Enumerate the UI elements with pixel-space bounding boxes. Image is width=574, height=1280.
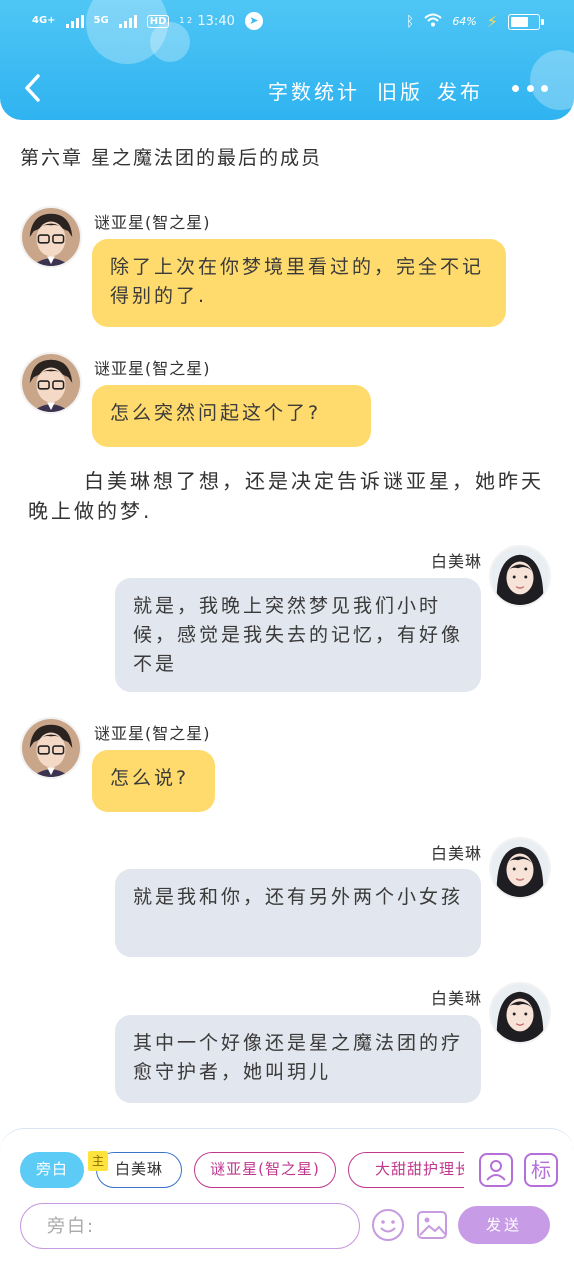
battery-percent: 64% (452, 15, 477, 28)
tag-button[interactable]: 标 (524, 1153, 558, 1187)
message-bubble[interactable]: 其中一个好像还是星之魔法团的疗愈守护者，她叫玥儿 (115, 1015, 481, 1103)
emoji-button[interactable] (370, 1207, 406, 1243)
girl-avatar-icon (491, 984, 549, 1042)
role-chip-head-nurse[interactable]: 大甜甜护理长 (348, 1152, 464, 1188)
hd-icon: HD (146, 14, 170, 28)
more-dot (526, 84, 534, 92)
message-bubble[interactable]: 怎么说? (92, 750, 215, 812)
chapter-title: 第六章 星之魔法团的最后的成员 (20, 147, 323, 169)
girl-avatar-icon (491, 839, 549, 897)
image-icon (417, 1211, 447, 1239)
speaker-name: 白美琳 (430, 989, 482, 1008)
charging-icon: ⚡ (486, 12, 498, 31)
person-icon (486, 1160, 506, 1181)
more-dot (541, 84, 548, 92)
speaker-name: 谜亚星(智之星) (94, 213, 211, 232)
avatar-right[interactable] (489, 982, 551, 1044)
telegram-icon: ➤ (244, 12, 263, 30)
publish-button[interactable]: 发布 (437, 76, 483, 105)
signal-icon (65, 14, 84, 28)
clock: 13:40 (197, 13, 235, 29)
more-button[interactable] (512, 74, 548, 102)
speaker-name: 白美琳 (430, 552, 482, 571)
speaker-name: 谜亚星(智之星) (94, 359, 211, 378)
smiley-icon (372, 1209, 404, 1241)
battery-icon (508, 13, 544, 30)
role-chip-mi-yaxing[interactable]: 谜亚星(智之星) (194, 1152, 336, 1188)
speaker-name: 白美琳 (430, 844, 482, 863)
boy-avatar-icon (22, 354, 80, 412)
network-label: 5G (93, 15, 109, 26)
chevron-left-icon (25, 74, 40, 102)
hd-sub-label: 1 2 (179, 16, 193, 25)
narration-text[interactable]: 白美琳想了想，还是决定告诉谜亚星，她昨天晚上做的梦. (28, 466, 548, 526)
avatar-left[interactable] (20, 717, 82, 779)
main-role-badge: 主 (88, 1151, 108, 1171)
role-chip-narrator[interactable]: 旁白 (20, 1152, 84, 1188)
wifi-icon (424, 13, 442, 31)
character-manage-button[interactable] (479, 1153, 513, 1187)
more-dots-icon (512, 84, 519, 92)
message-input[interactable] (20, 1203, 360, 1249)
send-button[interactable]: 发送 (458, 1206, 550, 1244)
image-button[interactable] (415, 1207, 449, 1243)
avatar-right[interactable] (489, 837, 551, 899)
signal-icon (118, 14, 137, 28)
speaker-name: 谜亚星(智之星) (94, 724, 211, 743)
message-bubble[interactable]: 怎么突然问起这个了? (92, 385, 371, 447)
word-count-button[interactable]: 字数统计 (268, 76, 360, 105)
girl-avatar-icon (491, 547, 549, 605)
message-bubble[interactable]: 除了上次在你梦境里看过的，完全不记得别的了. (92, 239, 506, 327)
avatar-right[interactable] (489, 545, 551, 607)
avatar-left[interactable] (20, 206, 82, 268)
role-chip-bai-meilin[interactable]: 白美琳 (96, 1152, 182, 1188)
back-button[interactable] (18, 70, 48, 106)
top-header: 4G+ 5G HD 1 2 13:40 ➤ ᛒ 64% ⚡ 字数统计 旧版 发布 (0, 0, 574, 120)
network-label: 4G+ (32, 15, 56, 26)
old-version-button[interactable]: 旧版 (377, 76, 423, 105)
message-bubble[interactable]: 就是我和你，还有另外两个小女孩 (115, 869, 481, 957)
role-selector: 旁白 主 白美琳 谜亚星(智之星) 大甜甜护理长 (20, 1151, 464, 1191)
avatar-left[interactable] (20, 352, 82, 414)
boy-avatar-icon (22, 719, 80, 777)
message-bubble[interactable]: 就是，我晚上突然梦见我们小时候，感觉是我失去的记忆，有好像不是 (115, 578, 481, 692)
boy-avatar-icon (22, 208, 80, 266)
bluetooth-icon: ᛒ (405, 13, 415, 30)
nav-bar: 字数统计 旧版 发布 (0, 66, 574, 110)
status-bar: 4G+ 5G HD 1 2 13:40 ➤ ᛒ 64% ⚡ (0, 8, 574, 36)
composer-panel: 旁白 主 白美琳 谜亚星(智之星) 大甜甜护理长 标 发送 (0, 1128, 574, 1280)
